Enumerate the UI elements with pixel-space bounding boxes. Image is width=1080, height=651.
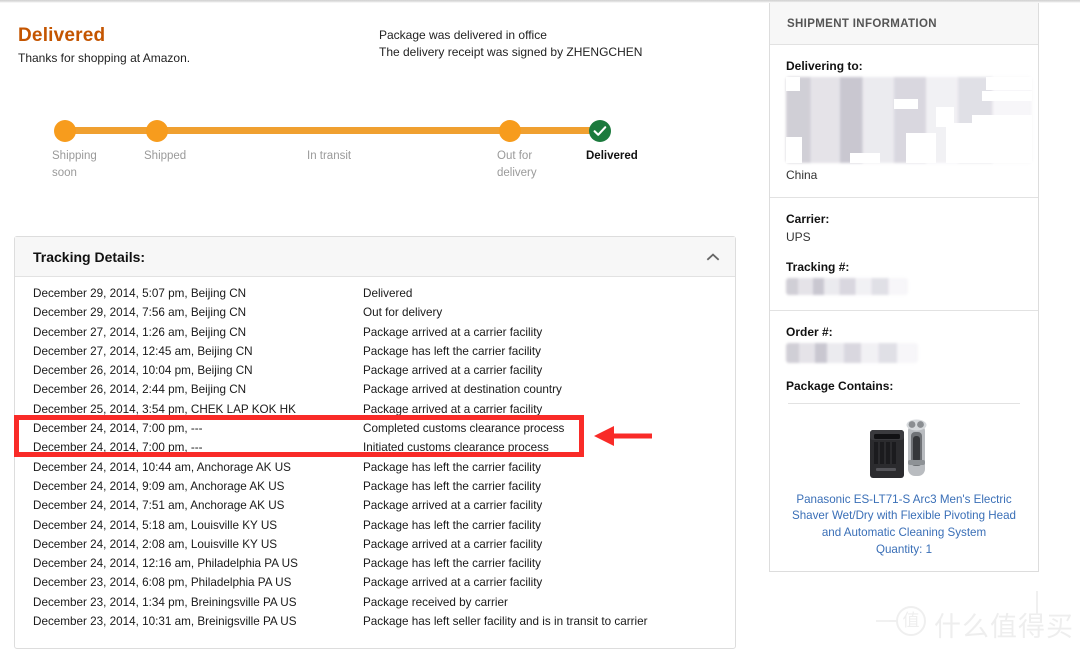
product-item[interactable]: Panasonic ES-LT71-S Arc3 Men's Electric …	[786, 416, 1022, 556]
site-watermark: 值 什么值得买	[876, 591, 1073, 643]
tracking-page: Delivered Thanks for shopping at Amazon.…	[0, 0, 1080, 651]
tracking-row-date: December 24, 2014, 7:00 pm, ---	[33, 422, 203, 436]
product-quantity: Quantity: 1	[875, 543, 933, 557]
tracking-number-redacted	[786, 278, 908, 295]
carrier-value: UPS	[786, 230, 811, 244]
table-row: December 27, 2014, 12:45 am, Beijing CN P…	[15, 345, 735, 364]
table-row: December 24, 2014, 7:51 am, Anchorage AK…	[15, 499, 735, 518]
order-number-label: Order #:	[786, 325, 833, 339]
check-icon	[593, 126, 607, 136]
tracking-row-description: Package arrived at destination country	[363, 383, 562, 397]
carrier-label: Carrier:	[786, 212, 830, 226]
tracking-row-description: Package has left the carrier facility	[363, 460, 541, 474]
tracking-row-date: December 27, 2014, 12:45 am, Beijing CN	[33, 344, 253, 358]
electric-shaver-image	[870, 419, 927, 478]
tracking-row-date: December 29, 2014, 7:56 am, Beijing CN	[33, 306, 247, 320]
watermark-dash	[876, 620, 898, 622]
tracking-row-date: December 23, 2014, 10:31 am, Breinigsvil…	[33, 615, 297, 629]
delivering-to-country: China	[786, 168, 818, 182]
tracking-number-label: Tracking #:	[786, 260, 850, 274]
tracker-label-shipped: Shipped	[144, 150, 187, 162]
tracking-row-description: Initiated customs clearance process	[363, 441, 549, 455]
table-row: December 23, 2014, 6:08 pm, Philadelphia…	[15, 576, 735, 595]
tracking-row-date: December 26, 2014, 2:44 pm, Beijing CN	[33, 383, 247, 397]
table-row: December 23, 2014, 10:31 am, Breinigsvil…	[15, 615, 735, 634]
product-title[interactable]: Panasonic ES-LT71-S Arc3 Men's Electric …	[786, 492, 1022, 541]
tracker-node-out-for-delivery	[499, 120, 521, 142]
package-contains-label: Package Contains:	[786, 379, 894, 393]
package-divider	[788, 403, 1020, 404]
tracker-node-delivered	[589, 120, 611, 142]
sidebar-heading: SHIPMENT INFORMATION	[770, 3, 1038, 45]
delivering-to-address-redacted	[786, 77, 1032, 163]
tracking-row-date: December 25, 2014, 3:54 pm, CHEK LAP KOK…	[33, 402, 296, 416]
tracking-details-header[interactable]: Tracking Details:	[15, 237, 735, 277]
tracking-row-description: Completed customs clearance process	[363, 422, 565, 436]
carrier-and-tracking-section: Carrier: UPS Tracking #:	[770, 198, 1038, 311]
tracker-label-shipping-soon: Shipping soon	[52, 150, 97, 179]
tracking-rows-list: December 29, 2014, 5:07 pm, Beijing CN De…	[15, 277, 735, 648]
tracking-row-description: Package has left the carrier facility	[363, 479, 541, 493]
table-row: December 29, 2014, 7:56 am, Beijing CN Ou…	[15, 306, 735, 325]
tracking-row-date: December 24, 2014, 7:51 am, Anchorage AK…	[33, 499, 285, 513]
table-row: December 25, 2014, 3:54 pm, CHEK LAP KOK…	[15, 403, 735, 422]
tracking-row-description: Package has left the carrier facility	[363, 557, 541, 571]
tracking-row-date: December 24, 2014, 10:44 am, Anchorage A…	[33, 460, 291, 474]
shipment-information-sidebar: SHIPMENT INFORMATION Delivering to: Chin…	[769, 3, 1039, 573]
tracking-row-description: Out for delivery	[363, 306, 443, 320]
table-row: December 24, 2014, 2:08 am, Louisville K…	[15, 538, 735, 557]
table-row: December 24, 2014, 9:09 am, Anchorage AK…	[15, 480, 735, 499]
tracking-row-description: Package arrived at a carrier facility	[363, 364, 543, 378]
tracking-row-description: Package has left the carrier facility	[363, 344, 541, 358]
chevron-up-icon[interactable]	[705, 251, 721, 263]
shipment-progress-tracker: Shipping soon Shipped In transit Out for…	[0, 3, 762, 203]
table-row: December 23, 2014, 1:34 pm, Breiningsvil…	[15, 596, 735, 615]
tracking-row-date: December 24, 2014, 12:16 am, Philadelphi…	[33, 557, 298, 571]
tracking-row-description: Package arrived at a carrier facility	[363, 499, 543, 513]
table-row: December 26, 2014, 2:44 pm, Beijing CN Pa…	[15, 383, 735, 402]
tracking-row-date: December 24, 2014, 2:08 am, Louisville K…	[33, 537, 278, 551]
delivering-to-label: Delivering to:	[786, 59, 863, 73]
left-arrow-icon	[594, 426, 652, 446]
tracking-details-title: Tracking Details:	[33, 249, 146, 265]
table-row: December 24, 2014, 10:44 am, Anchorage A…	[15, 461, 735, 480]
tracking-row-date: December 23, 2014, 6:08 pm, Philadelphia…	[33, 576, 292, 590]
tracking-row-description: Package arrived at a carrier facility	[363, 537, 543, 551]
table-row: December 24, 2014, 12:16 am, Philadelphi…	[15, 557, 735, 576]
tracking-row-description: Package has left seller facility and is …	[363, 615, 648, 629]
tracking-row-description: Package arrived at a carrier facility	[363, 576, 543, 590]
order-number-redacted	[786, 343, 918, 363]
table-row: December 24, 2014, 5:18 am, Louisville K…	[15, 519, 735, 538]
tracking-row-date: December 24, 2014, 5:18 am, Louisville K…	[33, 518, 278, 532]
watermark-vertical-line	[1036, 591, 1038, 615]
tracker-label-out-for-delivery: Out for delivery	[497, 150, 537, 179]
order-and-package-section: Order #: Package Contains: Panasonic ES-…	[770, 311, 1038, 571]
tracking-row-date: December 29, 2014, 5:07 pm, Beijing CN	[33, 287, 247, 300]
tracking-row-date: December 24, 2014, 7:00 pm, ---	[33, 441, 203, 455]
tracker-node-shipped	[146, 120, 168, 142]
tracker-label-in-transit: In transit	[307, 150, 352, 162]
table-row: December 29, 2014, 5:07 pm, Beijing CN De…	[15, 287, 735, 306]
main-content-column: Delivered Thanks for shopping at Amazon.…	[0, 3, 762, 651]
tracking-row-date: December 23, 2014, 1:34 pm, Breiningsvil…	[33, 595, 297, 609]
table-row: December 26, 2014, 10:04 pm, Beijing CN P…	[15, 364, 735, 383]
tracking-row-description: Package arrived at a carrier facility	[363, 325, 543, 339]
tracking-row-date: December 26, 2014, 10:04 pm, Beijing CN	[33, 364, 253, 378]
watermark-text: 什么值得买	[934, 612, 1074, 643]
tracking-row-date: December 27, 2014, 1:26 am, Beijing CN	[33, 325, 247, 339]
watermark-logo-icon: 值	[896, 606, 926, 636]
table-row: December 27, 2014, 1:26 am, Beijing CN Pa…	[15, 326, 735, 345]
delivering-to-section: Delivering to: China	[770, 45, 1038, 198]
tracking-row-description: Package received by carrier	[363, 595, 508, 609]
tracker-node-shipping-soon	[54, 120, 76, 142]
tracking-row-description: Package arrived at a carrier facility	[363, 402, 543, 416]
tracking-row-date: December 24, 2014, 9:09 am, Anchorage AK…	[33, 479, 285, 493]
sidebar-heading-text: SHIPMENT INFORMATION	[787, 18, 937, 30]
tracking-row-description: Delivered	[363, 287, 413, 300]
tracker-label-delivered: Delivered	[586, 150, 638, 162]
tracking-row-description: Package has left the carrier facility	[363, 518, 541, 532]
